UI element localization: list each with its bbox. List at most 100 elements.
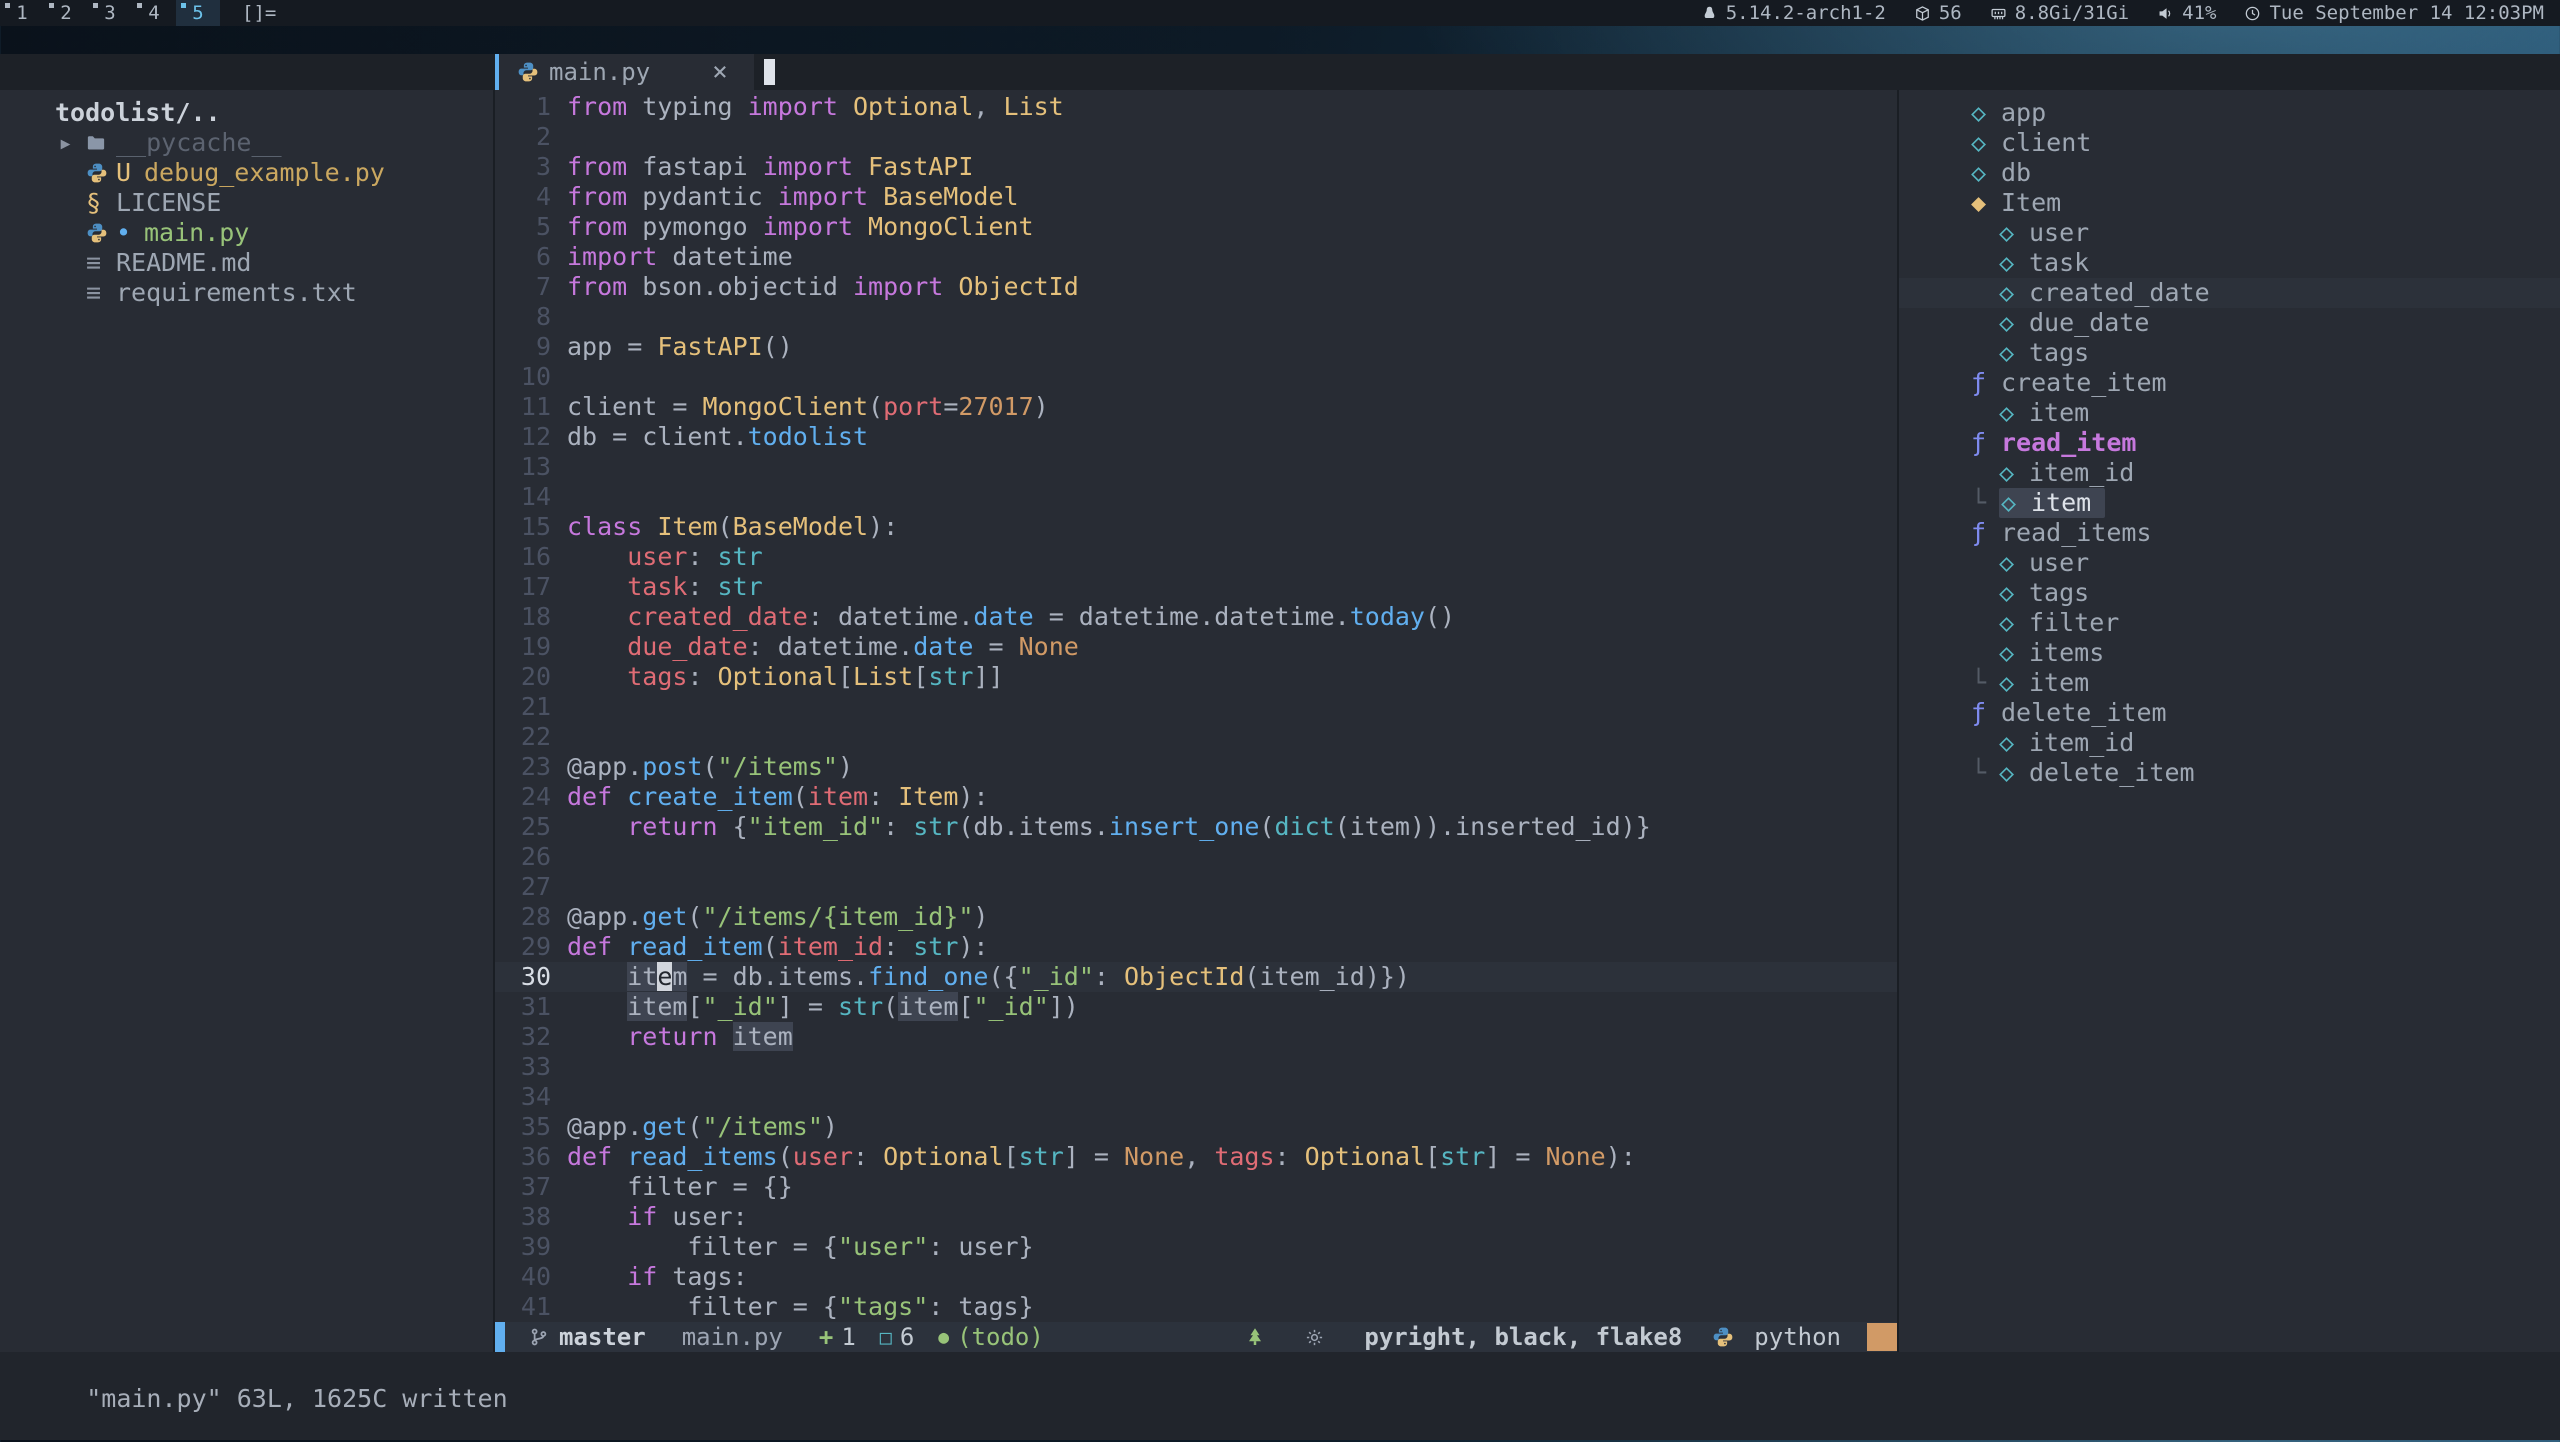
symbol-client[interactable]: ◇client (1899, 128, 2560, 158)
code-line-5[interactable]: 5from pymongo import MongoClient (495, 212, 1897, 242)
symbol-read_item[interactable]: ƒread_item (1899, 428, 2560, 458)
tree-item-main.py[interactable]: •main.py (0, 218, 493, 248)
symbol-label: Item (2001, 188, 2061, 218)
bar-status: 5.14.2-arch1-2568.8Gi/31Gi41%Tue Septemb… (1701, 2, 2544, 24)
symbol-Item[interactable]: ◆Item (1899, 188, 2560, 218)
symbol-filter[interactable]: ◇filter (1899, 608, 2560, 638)
line-number: 22 (495, 722, 567, 752)
symbol-db[interactable]: ◇db (1899, 158, 2560, 188)
symbol-user[interactable]: ◇user (1899, 548, 2560, 578)
symbol-item[interactable]: └◇item (1899, 488, 2560, 518)
symbol-delete_item[interactable]: └◇delete_item (1899, 758, 2560, 788)
code-line-4[interactable]: 4from pydantic import BaseModel (495, 182, 1897, 212)
code-buffer[interactable]: 1from typing import Optional, List23from… (495, 90, 1897, 1322)
line-number: 13 (495, 452, 567, 482)
editor-tab[interactable]: main.py × (495, 54, 754, 90)
code-line-21[interactable]: 21 (495, 692, 1897, 722)
symbol-item[interactable]: └◇item (1899, 668, 2560, 698)
symbol-read_items[interactable]: ƒread_items (1899, 518, 2560, 548)
code-text: from bson.objectid import ObjectId (567, 272, 1079, 302)
code-line-10[interactable]: 10 (495, 362, 1897, 392)
system-bar: 12345 []= 5.14.2-arch1-2568.8Gi/31Gi41%T… (0, 0, 2560, 26)
code-line-23[interactable]: 23@app.post("/items") (495, 752, 1897, 782)
progress-indicator (1867, 1323, 1897, 1351)
symbol-task[interactable]: ◇task (1899, 248, 2560, 278)
symbol-create_item[interactable]: ƒcreate_item (1899, 368, 2560, 398)
tree-item-__pycache__[interactable]: ▸__pycache__ (0, 128, 493, 158)
tree-item-LICENSE[interactable]: §LICENSE (0, 188, 493, 218)
python-icon (86, 222, 116, 244)
code-line-26[interactable]: 26 (495, 842, 1897, 872)
code-line-3[interactable]: 3from fastapi import FastAPI (495, 152, 1897, 182)
code-line-1[interactable]: 1from typing import Optional, List (495, 92, 1897, 122)
tree-indent (1971, 338, 1999, 368)
workspace-tag-3[interactable]: 3 (88, 0, 132, 26)
code-line-7[interactable]: 7from bson.objectid import ObjectId (495, 272, 1897, 302)
tree-item-debug_example.py[interactable]: Udebug_example.py (0, 158, 493, 188)
code-line-25[interactable]: 25 return {"item_id": str(db.items.inser… (495, 812, 1897, 842)
var-icon: ◇ (1999, 338, 2029, 368)
layout-indicator[interactable]: []= (242, 2, 276, 24)
code-line-34[interactable]: 34 (495, 1082, 1897, 1112)
code-line-11[interactable]: 11client = MongoClient(port=27017) (495, 392, 1897, 422)
workspace-tag-2[interactable]: 2 (44, 0, 88, 26)
workspace-tag-5[interactable]: 5 (176, 0, 220, 26)
symbol-item_id[interactable]: ◇item_id (1899, 728, 2560, 758)
symbol-items[interactable]: ◇items (1899, 638, 2560, 668)
code-line-2[interactable]: 2 (495, 122, 1897, 152)
code-line-39[interactable]: 39 filter = {"user": user} (495, 1232, 1897, 1262)
code-line-29[interactable]: 29def read_item(item_id: str): (495, 932, 1897, 962)
tree-root[interactable]: todolist/.. (0, 98, 493, 128)
symbol-created_date[interactable]: ◇created_date (1899, 278, 2560, 308)
code-line-40[interactable]: 40 if tags: (495, 1262, 1897, 1292)
code-line-32[interactable]: 32 return item (495, 1022, 1897, 1052)
code-text: from fastapi import FastAPI (567, 152, 973, 182)
code-line-18[interactable]: 18 created_date: datetime.date = datetim… (495, 602, 1897, 632)
code-line-8[interactable]: 8 (495, 302, 1897, 332)
line-number: 8 (495, 302, 567, 332)
code-line-17[interactable]: 17 task: str (495, 572, 1897, 602)
code-line-20[interactable]: 20 tags: Optional[List[str]] (495, 662, 1897, 692)
code-line-9[interactable]: 9app = FastAPI() (495, 332, 1897, 362)
code-line-15[interactable]: 15class Item(BaseModel): (495, 512, 1897, 542)
code-line-14[interactable]: 14 (495, 482, 1897, 512)
code-line-16[interactable]: 16 user: str (495, 542, 1897, 572)
symbol-item[interactable]: ◇item (1899, 398, 2560, 428)
symbol-label: read_items (2001, 518, 2152, 548)
code-line-27[interactable]: 27 (495, 872, 1897, 902)
symbol-app[interactable]: ◇app (1899, 98, 2560, 128)
symbol-user[interactable]: ◇user (1899, 218, 2560, 248)
code-line-37[interactable]: 37 filter = {} (495, 1172, 1897, 1202)
code-line-24[interactable]: 24def create_item(item: Item): (495, 782, 1897, 812)
code-line-38[interactable]: 38 if user: (495, 1202, 1897, 1232)
code-line-6[interactable]: 6import datetime (495, 242, 1897, 272)
code-text: @app.get("/items") (567, 1112, 838, 1142)
code-line-13[interactable]: 13 (495, 452, 1897, 482)
symbol-tags[interactable]: ◇tags (1899, 578, 2560, 608)
code-line-30[interactable]: 30 item = db.items.find_one({"_id": Obje… (495, 962, 1897, 992)
tree-item-README.md[interactable]: ≡README.md (0, 248, 493, 278)
code-line-28[interactable]: 28@app.get("/items/{item_id}") (495, 902, 1897, 932)
code-line-41[interactable]: 41 filter = {"tags": tags} (495, 1292, 1897, 1322)
code-line-22[interactable]: 22 (495, 722, 1897, 752)
symbol-tags[interactable]: ◇tags (1899, 338, 2560, 368)
code-line-19[interactable]: 19 due_date: datetime.date = None (495, 632, 1897, 662)
code-line-36[interactable]: 36def read_items(user: Optional[str] = N… (495, 1142, 1897, 1172)
workspace-tag-4[interactable]: 4 (132, 0, 176, 26)
tabline-offset (0, 54, 495, 90)
code-text: due_date: datetime.date = None (567, 632, 1079, 662)
line-number: 21 (495, 692, 567, 722)
tree-items: ▸__pycache__Udebug_example.py§LICENSE•ma… (0, 128, 493, 308)
tree-item-requirements.txt[interactable]: ≡requirements.txt (0, 278, 493, 308)
code-line-33[interactable]: 33 (495, 1052, 1897, 1082)
terminal-vim-window: main.py × todolist/.. ▸__pycache__Udebug… (0, 54, 2560, 1440)
symbol-item_id[interactable]: ◇item_id (1899, 458, 2560, 488)
tab-close-icon[interactable]: × (712, 57, 728, 87)
code-line-35[interactable]: 35@app.get("/items") (495, 1112, 1897, 1142)
symbol-delete_item[interactable]: ƒdelete_item (1899, 698, 2560, 728)
symbol-due_date[interactable]: ◇due_date (1899, 308, 2560, 338)
code-text: def read_items(user: Optional[str] = Non… (567, 1142, 1636, 1172)
code-line-12[interactable]: 12db = client.todolist (495, 422, 1897, 452)
code-line-31[interactable]: 31 item["_id"] = str(item["_id"]) (495, 992, 1897, 1022)
workspace-tag-1[interactable]: 1 (0, 0, 44, 26)
